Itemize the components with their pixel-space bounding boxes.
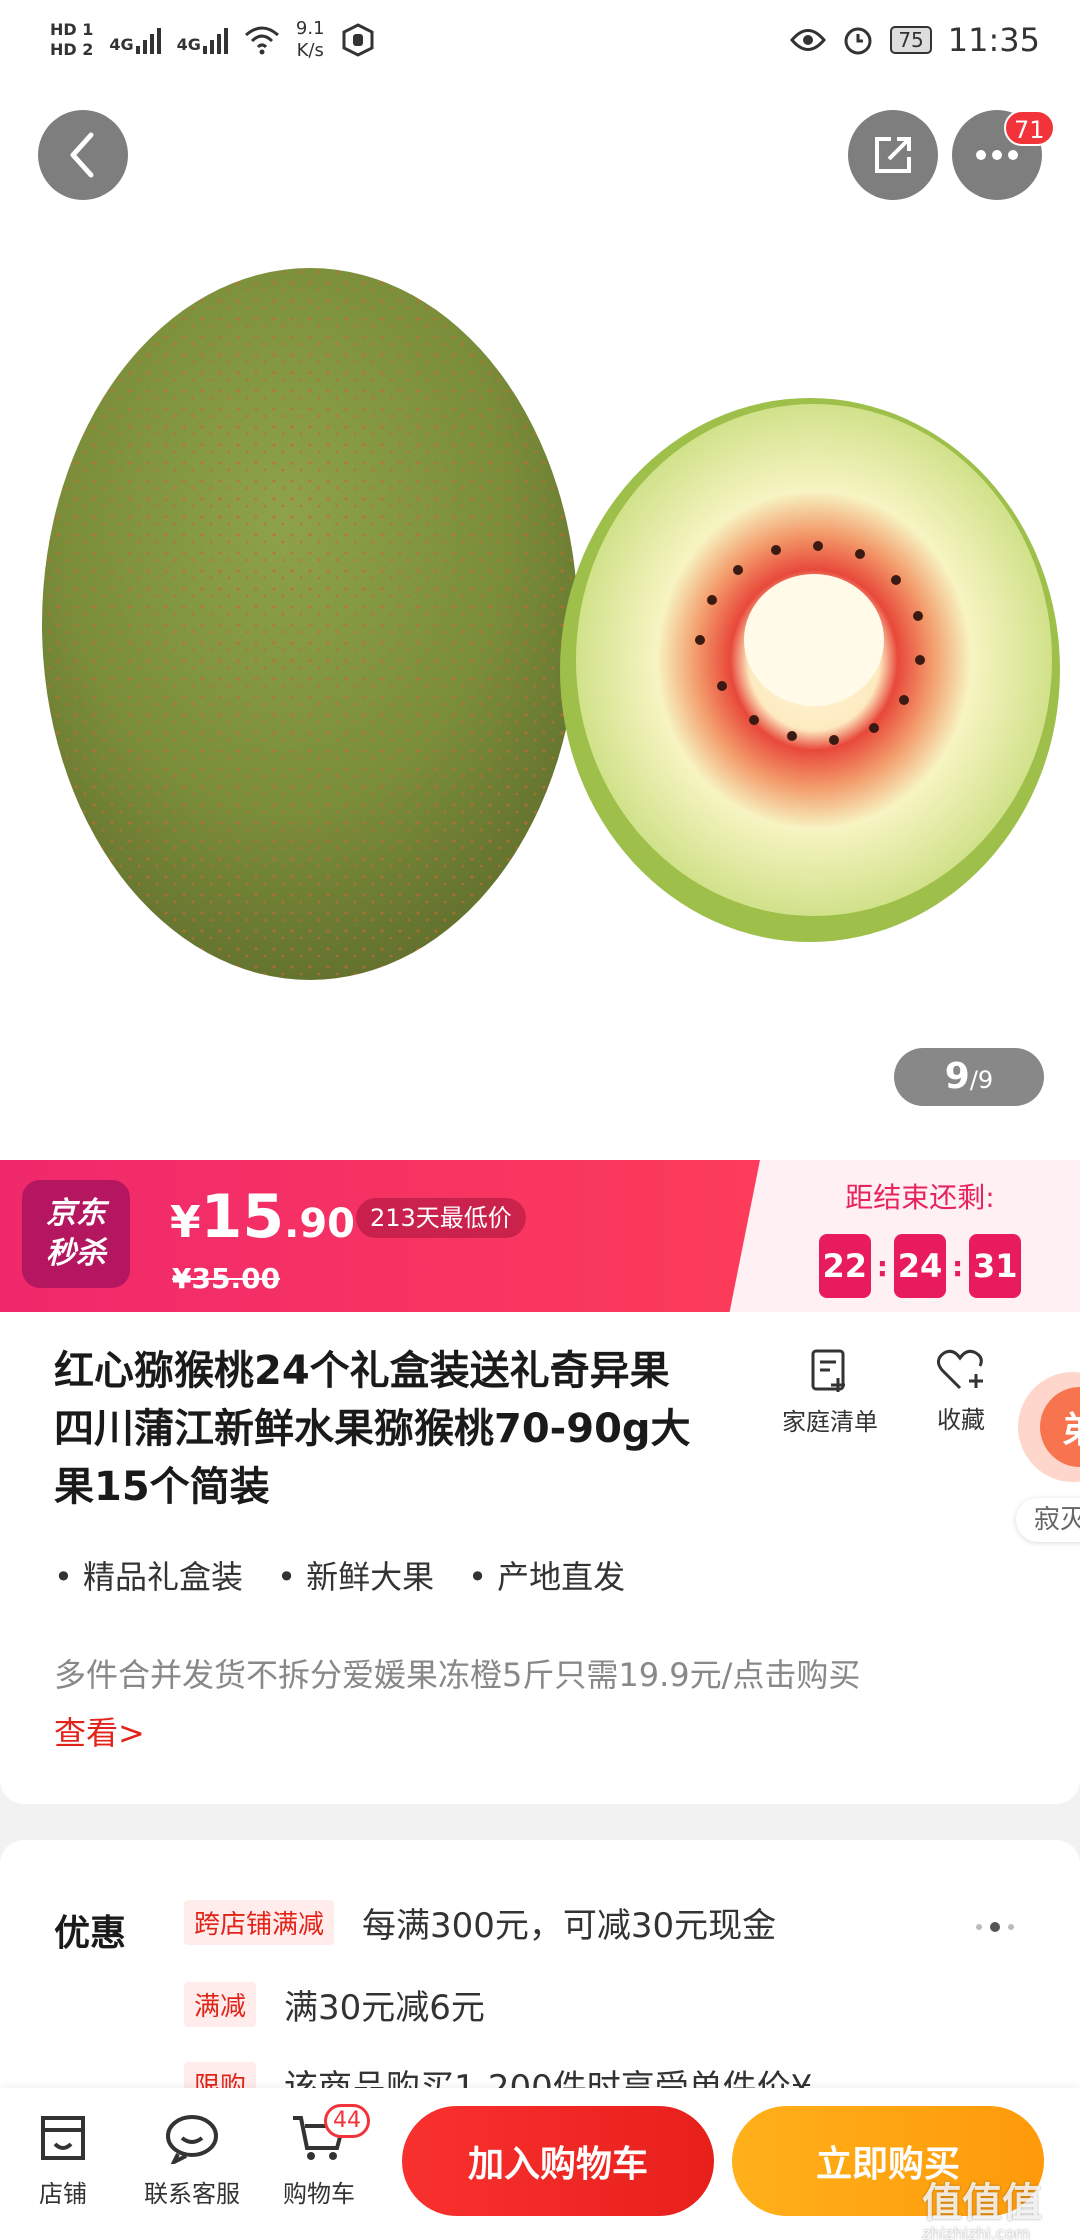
cart-button[interactable]: 购物车 44 [276,2104,370,2209]
battery-indicator: 75 [890,26,932,54]
shop-label: 店铺 [39,2180,87,2208]
status-right: 75 11:35 [790,21,1040,59]
seckill-banner: 京东 秒杀 ¥ 15 .90 213天最低价 ¥35.00 距结束还剩: 22 … [0,1160,1080,1312]
heart-add-icon [937,1349,983,1390]
add-to-cart-button[interactable]: 加入购物车 [402,2106,714,2216]
pager-total: /9 [969,1066,994,1094]
original-price: ¥35.00 [172,1262,281,1295]
benefit-row: 满减 满30元减6元 [184,1980,485,2029]
shield-hand-icon [342,23,374,57]
countdown-hours: 22 [818,1234,871,1298]
image-pager: 9 /9 [894,1048,1044,1106]
logo-line2: 秒杀 [46,1236,106,1271]
watermark-main: 值值值 [922,2180,1042,2226]
eye-icon [790,29,827,51]
tag-gift-box: • 精品礼盒装 [54,1558,244,1596]
alarm-icon [844,27,872,55]
message-count-badge: 71 [1004,110,1055,146]
price-integer: 15 [200,1182,285,1252]
floating-label: 寂灭 [1016,1498,1080,1542]
benefit-chip: 跨店铺满减 [184,1900,335,1945]
chat-smile-icon [166,2115,218,2164]
back-button[interactable] [38,110,128,200]
lowest-price-tag: 213天最低价 [356,1198,526,1238]
wifi-icon [244,26,279,55]
status-bar: HD 1 HD 2 4G 4G 9.1 K/s 75 11:35 [0,0,1080,80]
cart-label: 购物车 [283,2180,355,2208]
kiwi-product-image [42,268,1060,980]
benefits-page-dots [976,1922,1014,1932]
promo-view-link[interactable]: 查看> [54,1714,145,1752]
family-list-label: 家庭清单 [782,1408,878,1436]
benefits-title: 优惠 [54,1913,127,1954]
net-speed-value: 9.1 [295,18,325,39]
store-icon [41,2116,85,2160]
net-speed-unit: K/s [296,40,324,61]
price-currency: ¥ [170,1197,201,1248]
seckill-price: ¥ 15 .90 [170,1182,355,1252]
share-icon [875,137,911,173]
logo-line1: 京东 [46,1196,106,1231]
product-detail-page: HD 1 HD 2 4G 4G 9.1 K/s 75 11:35 71 9 /9… [0,0,1080,2240]
price-decimal: .90 [284,1201,355,1247]
signal-1-label: 4G [109,35,134,54]
product-image-gallery[interactable]: 71 9 /9 [0,80,1080,1160]
tag-fresh: • 新鲜大果 [277,1558,435,1596]
more-dots-icon [976,150,1018,160]
tag-origin: • 产地直发 [468,1558,626,1596]
clock: 11:35 [947,21,1040,59]
countdown-panel: 距结束还剩: 22 : 24 : 31 [760,1160,1080,1312]
countdown-timer: 22 : 24 : 31 [818,1234,1022,1298]
promo-description: 多件合并发货不拆分爱媛果冻橙5斤只需19.9元/点击购买 [54,1656,861,1694]
net-speed: 9.1 K/s [296,18,325,62]
customer-service-label: 联系客服 [144,2180,240,2208]
signal-1: 4G [109,26,161,54]
promo-text: 多件合并发货不拆分爱媛果冻橙5斤只需19.9元/点击购买 查看> [54,1646,1024,1762]
countdown-minutes: 24 [894,1234,946,1298]
product-tags: • 精品礼盒装 • 新鲜大果 • 产地直发 [54,1552,625,1598]
share-button[interactable] [848,110,938,200]
favorite-label: 收藏 [937,1406,985,1434]
hd1-label: HD 1 [50,20,94,39]
signal-2: 4G [177,26,228,54]
countdown-seconds: 31 [969,1234,1022,1298]
site-watermark: 值值值 zhizhizhi.com [922,2170,1042,2240]
list-add-icon [811,1349,845,1392]
bubble-text: 弟 [1040,1387,1080,1467]
status-left: HD 1 HD 2 4G 4G 9.1 K/s [50,18,375,62]
family-list-button[interactable]: 家庭清单 [782,1348,878,1437]
signal-bars-icon [202,26,228,54]
floating-avatar-bubble[interactable]: 弟 [1018,1372,1080,1482]
favorite-button[interactable]: 收藏 [936,1348,986,1435]
pager-current: 9 [944,1056,970,1097]
product-title: 红心猕猴桃24个礼盒装送礼奇异果四川蒲江新鲜水果猕猴桃70-90g大果15个简装 [54,1348,691,1510]
chevron-left-icon [70,132,94,178]
signal-bars-icon [135,26,161,54]
benefit-chip: 满减 [184,1982,257,2027]
benefit-text: 每满300元，可减30元现金 [362,1906,777,1946]
product-info-card: 红心猕猴桃24个礼盒装送礼奇异果四川蒲江新鲜水果猕猴桃70-90g大果15个简装… [0,1312,1080,1804]
countdown-label: 距结束还剩: [845,1181,995,1214]
shop-button[interactable]: 店铺 [28,2112,98,2209]
jd-seckill-logo: 京东 秒杀 [22,1180,130,1288]
signal-2-label: 4G [176,35,201,54]
watermark-sub: zhizhizhi.com [922,2224,1031,2240]
hd-indicators: HD 1 HD 2 [50,20,93,60]
hd2-label: HD 2 [50,40,94,59]
cart-count-badge: 44 [324,2104,370,2138]
bottom-action-bar: 店铺 联系客服 购物车 44 加入购物车 立即购买 [0,2088,1080,2240]
benefit-row: 跨店铺满减 每满300元，可减30元现金 [184,1898,776,1947]
benefit-text: 满30元减6元 [284,1988,485,2028]
customer-service-button[interactable]: 联系客服 [132,2112,252,2209]
